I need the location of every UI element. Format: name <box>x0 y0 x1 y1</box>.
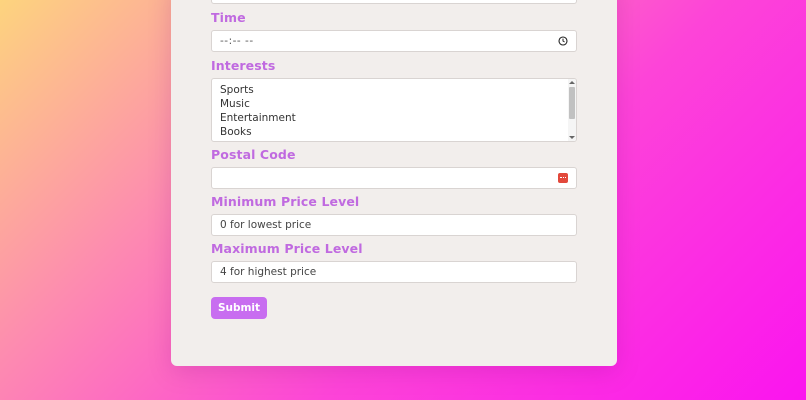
max-price-label: Maximum Price Level <box>211 241 363 256</box>
scroll-up-arrow-icon[interactable] <box>569 81 575 84</box>
min-price-input[interactable]: 0 for lowest price <box>211 214 577 236</box>
clock-icon[interactable] <box>558 36 568 46</box>
interest-option[interactable]: Music <box>212 97 576 111</box>
interests-scrollbar[interactable] <box>568 79 576 141</box>
interest-option[interactable]: Sports <box>212 83 576 97</box>
scroll-down-arrow-icon[interactable] <box>569 136 575 139</box>
time-label: Time <box>211 10 246 25</box>
max-price-input[interactable]: 4 for highest price <box>211 261 577 283</box>
min-price-label: Minimum Price Level <box>211 194 360 209</box>
postal-code-label: Postal Code <box>211 147 296 162</box>
autofill-icon[interactable] <box>558 173 568 183</box>
scroll-thumb[interactable] <box>569 87 575 119</box>
interest-option[interactable]: Entertainment <box>212 111 576 125</box>
interest-option[interactable]: Books <box>212 125 576 139</box>
interests-label: Interests <box>211 58 276 73</box>
time-input[interactable]: --:-- -- <box>211 30 577 52</box>
submit-button[interactable]: Submit <box>211 297 267 319</box>
min-price-placeholder: 0 for lowest price <box>220 219 312 231</box>
form-card: Time --:-- -- Interests Sports Music Ent… <box>171 0 617 366</box>
interests-select[interactable]: Sports Music Entertainment Books <box>211 78 577 142</box>
postal-code-input[interactable] <box>211 167 577 189</box>
previous-field-input[interactable] <box>211 0 577 4</box>
time-placeholder: --:-- -- <box>220 35 254 47</box>
max-price-placeholder: 4 for highest price <box>220 266 317 278</box>
